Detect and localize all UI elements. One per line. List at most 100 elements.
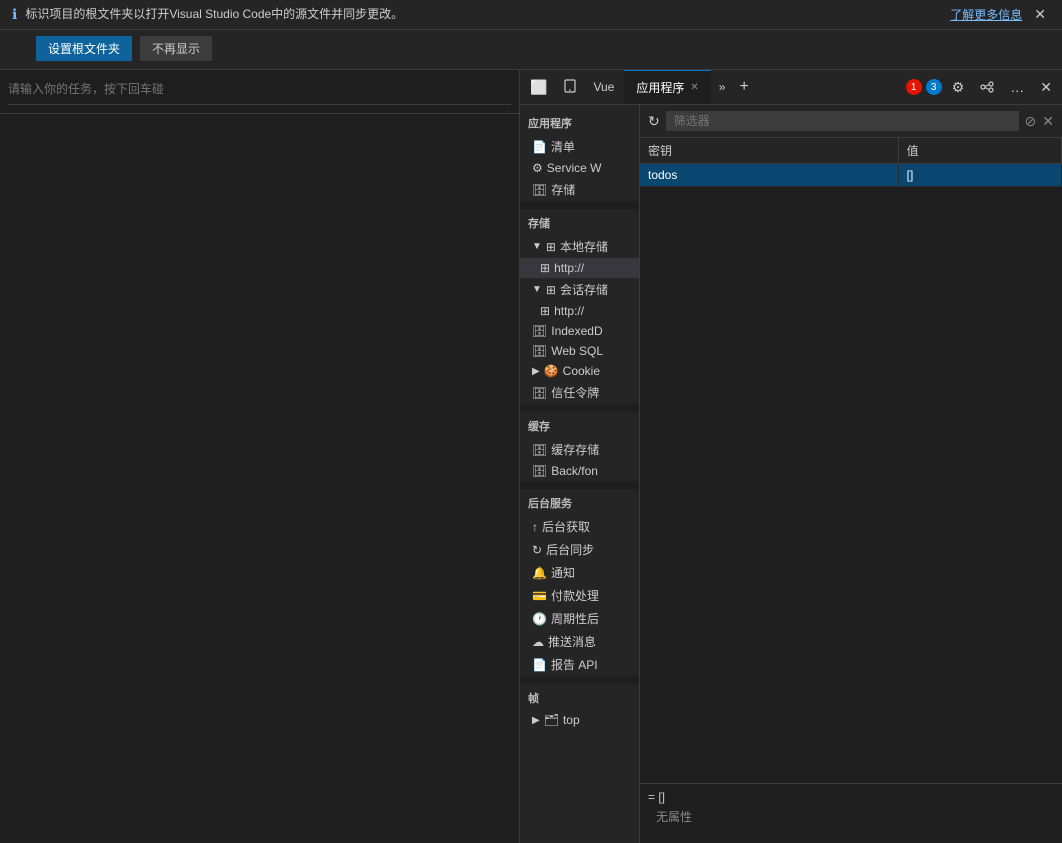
- task-input[interactable]: [8, 78, 511, 100]
- filter-input[interactable]: [666, 111, 1019, 131]
- info-icon: ℹ: [12, 6, 17, 23]
- local-http-icon: ⊞: [540, 261, 550, 275]
- error-badge: 1: [906, 79, 922, 95]
- tab-bar-right: 1 3 ⚙ … ✕: [906, 79, 1058, 96]
- sidebar-item-report[interactable]: 📄 报告 API: [520, 653, 639, 676]
- notification-bar: ℹ 标识项目的根文件夹以打开Visual Studio Code中的源文件并同步…: [0, 0, 1062, 30]
- cache-storage-icon: 🗄: [532, 443, 547, 457]
- trusted-icon: 🗄: [532, 386, 547, 400]
- session-storage-label: 会话存储: [560, 281, 631, 298]
- preview-empty: 无属性: [648, 808, 1054, 825]
- sidebar-item-service-worker[interactable]: ⚙ Service W: [520, 158, 639, 178]
- service-worker-icon: ⚙: [532, 161, 543, 175]
- sidebar-item-top[interactable]: ▶ 🗂 top: [520, 710, 639, 730]
- tab-application-close[interactable]: ✕: [690, 82, 698, 93]
- indexeddb-label: IndexedD: [551, 324, 631, 338]
- input-line: [8, 78, 511, 105]
- main-layout: ⬜ Vue 应用程序 ✕ » + 1 3 ⚙: [0, 70, 1062, 843]
- sidebar-item-session-storage[interactable]: ▼ ⊞ 会话存储: [520, 278, 639, 301]
- top-arrow: ▶: [532, 715, 540, 726]
- filter-refresh-icon[interactable]: ↻: [648, 113, 660, 130]
- notification-buttons: 设置根文件夹 不再显示: [0, 30, 1062, 70]
- table-row[interactable]: todos[]: [640, 164, 1062, 187]
- local-storage-icon: ⊞: [546, 240, 556, 254]
- sidebar-item-local-storage[interactable]: ▼ ⊞ 本地存储: [520, 235, 639, 258]
- report-label: 报告 API: [551, 656, 631, 673]
- sidebar-item-storage-s[interactable]: 🗄 存储: [520, 178, 639, 201]
- sidebar-item-push[interactable]: ☁ 推送消息: [520, 630, 639, 653]
- manifest-icon: 📄: [532, 140, 547, 154]
- service-worker-label: Service W: [547, 161, 631, 175]
- session-http-icon: ⊞: [540, 304, 550, 318]
- local-storage-label: 本地存储: [560, 238, 631, 255]
- periodic-label: 周期性后: [551, 610, 631, 627]
- settings-icon[interactable]: ⚙: [946, 79, 971, 96]
- top-label: top: [563, 713, 631, 727]
- bottom-preview: = [] 无属性: [640, 783, 1062, 843]
- storage-s-icon: 🗄: [532, 183, 547, 197]
- filter-close-icon[interactable]: ✕: [1042, 113, 1054, 130]
- manifest-label: 清单: [551, 138, 631, 155]
- bg-fetch-label: 后台获取: [542, 518, 631, 535]
- filter-clear-icon[interactable]: ⊘: [1025, 113, 1037, 130]
- mobile-icon[interactable]: [557, 79, 583, 96]
- back-forward-icon: 🗄: [532, 464, 547, 478]
- storage-s-label: 存储: [551, 181, 631, 198]
- tab-add-icon[interactable]: +: [733, 78, 754, 96]
- section-cache: 缓存: [520, 412, 639, 438]
- sidebar-item-manifest[interactable]: 📄 清单: [520, 135, 639, 158]
- sidebar-item-session-http[interactable]: ⊞ http://: [520, 301, 639, 321]
- notification-text: 标识项目的根文件夹以打开Visual Studio Code中的源文件并同步更改…: [25, 6, 942, 23]
- notifications-icon: 🔔: [532, 566, 547, 580]
- section-storage: 存储: [520, 209, 639, 235]
- tab-application[interactable]: 应用程序 ✕: [624, 70, 710, 104]
- tab-application-label: 应用程序: [636, 79, 684, 96]
- sidebar-item-notifications[interactable]: 🔔 通知: [520, 561, 639, 584]
- cookie-icon: 🍪: [544, 364, 559, 378]
- warning-badge: 3: [926, 79, 942, 95]
- sidebar-item-local-http[interactable]: ⊞ http://: [520, 258, 639, 278]
- sidebar-item-payment[interactable]: 💳 付款处理: [520, 584, 639, 607]
- sidebar-tree: 应用程序 📄 清单 ⚙ Service W 🗄 存储 存储 ▼: [520, 105, 640, 843]
- bg-sync-label: 后台同步: [546, 541, 631, 558]
- periodic-icon: 🕐: [532, 612, 547, 626]
- left-panel: [0, 70, 520, 843]
- local-storage-arrow: ▼: [532, 241, 542, 252]
- cache-storage-label: 缓存存储: [551, 441, 631, 458]
- preview-label: = []: [648, 790, 1054, 804]
- notifications-label: 通知: [551, 564, 631, 581]
- tab-bar: ⬜ Vue 应用程序 ✕ » + 1 3 ⚙: [520, 70, 1062, 105]
- more-icon[interactable]: …: [1004, 79, 1030, 95]
- bg-sync-icon: ↻: [532, 543, 542, 557]
- sidebar-item-periodic[interactable]: 🕐 周期性后: [520, 607, 639, 630]
- web-sql-icon: 🗄: [532, 344, 547, 358]
- sidebar-item-bg-sync[interactable]: ↻ 后台同步: [520, 538, 639, 561]
- payment-label: 付款处理: [551, 587, 631, 604]
- notification-close-icon[interactable]: ✕: [1030, 6, 1050, 23]
- section-frames: 帧: [520, 684, 639, 710]
- close-devtools-icon[interactable]: ✕: [1034, 79, 1058, 96]
- session-storage-arrow: ▼: [532, 284, 542, 295]
- sidebar-item-cookie[interactable]: ▶ 🍪 Cookie: [520, 361, 639, 381]
- sidebar-item-back-forward[interactable]: 🗄 Back/fon: [520, 461, 639, 481]
- sidebar-item-trusted[interactable]: 🗄 信任令牌: [520, 381, 639, 404]
- set-root-folder-button[interactable]: 设置根文件夹: [36, 36, 132, 61]
- sidebar-item-indexeddb[interactable]: 🗄 IndexedD: [520, 321, 639, 341]
- cookie-arrow: ▶: [532, 366, 540, 377]
- connections-icon[interactable]: [974, 80, 1000, 94]
- dont-show-again-button[interactable]: 不再显示: [140, 36, 212, 61]
- session-http-label: http://: [554, 304, 631, 318]
- sidebar-item-cache-storage[interactable]: 🗄 缓存存储: [520, 438, 639, 461]
- indexeddb-icon: 🗄: [532, 324, 547, 338]
- sidebar-item-web-sql[interactable]: 🗄 Web SQL: [520, 341, 639, 361]
- web-sql-label: Web SQL: [551, 344, 631, 358]
- local-http-label: http://: [554, 261, 631, 275]
- cell-value: []: [898, 164, 1061, 187]
- trusted-label: 信任令牌: [551, 384, 631, 401]
- sidebar-item-bg-fetch[interactable]: ↑ 后台获取: [520, 515, 639, 538]
- col-value-header: 值: [898, 138, 1061, 164]
- screencast-icon[interactable]: ⬜: [524, 79, 553, 96]
- notification-link[interactable]: 了解更多信息: [950, 6, 1022, 23]
- right-panel: ⬜ Vue 应用程序 ✕ » + 1 3 ⚙: [520, 70, 1062, 843]
- tab-overflow-icon[interactable]: »: [715, 80, 730, 94]
